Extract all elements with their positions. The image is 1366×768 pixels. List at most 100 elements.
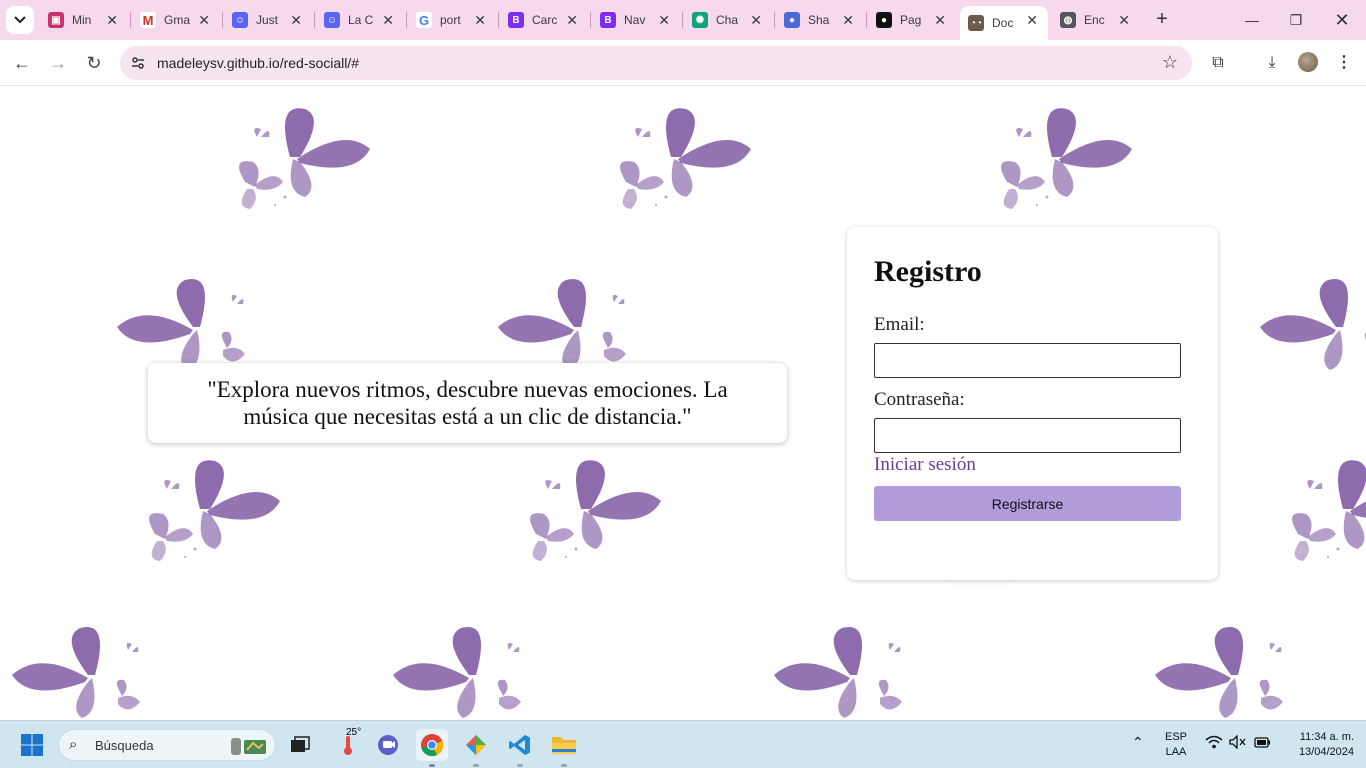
keyboard-layout: LAA [1165, 746, 1187, 758]
browser-tab[interactable]: B Nav ✕ [592, 6, 680, 34]
register-button[interactable]: Registrarse [874, 486, 1181, 521]
tab-title: Gma [164, 13, 191, 27]
tab-title: Pag [900, 13, 922, 27]
butterfly-decoration [205, 97, 385, 217]
reload-button[interactable]: ↻ [80, 49, 108, 77]
password-label: Contraseña: [874, 389, 965, 410]
running-app-indicator [561, 764, 567, 767]
close-tab-icon[interactable]: ✕ [750, 12, 762, 28]
globe-icon: ◍ [1060, 12, 1076, 28]
butterfly-decoration [586, 97, 766, 217]
tab-separator [590, 12, 591, 28]
bookmark-star-icon[interactable]: ☆ [1162, 52, 1178, 73]
restore-button[interactable]: ❐ [1284, 8, 1308, 32]
windows-taskbar: ⌕ Búsqueda 25° ⌃ ESP LAA 11:34 a. m. 13/… [0, 720, 1366, 768]
task-view-icon[interactable] [284, 729, 316, 761]
weather-widget[interactable]: 25° [332, 727, 364, 761]
login-link[interactable]: Iniciar sesión [874, 454, 976, 476]
weather-temperature: 25° [346, 727, 362, 738]
browser-tab[interactable]: ☺ Just ✕ [224, 6, 312, 34]
browser-menu-icon[interactable]: ⋮ [1332, 51, 1356, 75]
tab-title: Cha [716, 13, 739, 27]
quote-card: "Explora nuevos ritmos, descubre nuevas … [148, 363, 787, 443]
chrome-app-icon[interactable] [416, 729, 448, 761]
close-tab-icon[interactable]: ✕ [474, 12, 486, 28]
butterfly-decoration [381, 620, 561, 720]
browser-tab[interactable]: ● Pag ✕ [868, 6, 956, 34]
taskbar-search[interactable]: ⌕ Búsqueda [58, 729, 276, 761]
close-window-button[interactable]: ✕ [1330, 8, 1354, 32]
profile-avatar[interactable] [1298, 52, 1318, 72]
windows-start-icon[interactable] [20, 733, 44, 757]
forward-button[interactable]: → [44, 49, 72, 77]
browser-tab[interactable]: ☺ La C ✕ [316, 6, 404, 34]
search-icon: ⌕ [69, 736, 78, 753]
tab-title: Carc [532, 13, 558, 27]
password-field[interactable] [874, 418, 1181, 453]
download-icon[interactable]: ⤓ [1260, 51, 1284, 75]
wifi-icon[interactable] [1205, 735, 1223, 752]
vscode-app-icon[interactable] [504, 729, 536, 761]
register-form: Registro Email: Contraseña: Iniciar sesi… [847, 227, 1218, 580]
tab-separator [314, 12, 315, 28]
back-button[interactable]: ← [8, 49, 36, 77]
form-title: Registro [874, 255, 982, 288]
tab-title: port [440, 13, 461, 27]
volume-muted-icon[interactable] [1229, 734, 1247, 754]
browser-tab[interactable]: ✺ Cha ✕ [684, 6, 772, 34]
tab-separator [774, 12, 775, 28]
tab-separator [406, 12, 407, 28]
bootstrap-icon: B [508, 12, 524, 28]
browser-toolbar: ← → ↻ madeleysv.github.io/red-sociall/# … [0, 40, 1366, 86]
close-tab-icon[interactable]: ✕ [1118, 12, 1130, 28]
discord-icon: ☺ [324, 12, 340, 28]
browser-tab[interactable]: M Gma ✕ [132, 6, 220, 34]
close-tab-icon[interactable]: ✕ [1026, 12, 1038, 28]
minimize-button[interactable]: — [1240, 8, 1264, 32]
clock-date: 13/04/2024 [1298, 746, 1354, 758]
close-tab-icon[interactable]: ✕ [934, 12, 946, 28]
search-highlight-icon [231, 738, 266, 755]
teams-chat-icon[interactable] [372, 729, 404, 761]
tab-separator [222, 12, 223, 28]
tray-chevron-up-icon[interactable]: ⌃ [1132, 735, 1144, 750]
extensions-icon[interactable]: ⧉ [1206, 51, 1230, 75]
close-tab-icon[interactable]: ✕ [106, 12, 118, 28]
battery-icon[interactable] [1253, 735, 1271, 754]
browser-tab[interactable]: ● Sha ✕ [776, 6, 864, 34]
butterfly-decoration [1258, 449, 1366, 569]
active-app-indicator [429, 764, 435, 767]
clock[interactable]: 11:34 a. m. 13/04/2024 [1282, 730, 1354, 760]
file-explorer-icon[interactable] [548, 729, 580, 761]
close-tab-icon[interactable]: ✕ [658, 12, 670, 28]
tab-title: La C [348, 13, 374, 27]
search-placeholder: Búsqueda [95, 738, 154, 753]
site-settings-icon[interactable] [130, 55, 146, 71]
tab-search-button[interactable] [6, 6, 34, 34]
email-label: Email: [874, 314, 925, 335]
clock-time: 11:34 a. m. [1299, 731, 1354, 743]
tab-strip: ▣ Min ✕ M Gma ✕ ☺ Just ✕ ☺ La C ✕ Gport ✕ B Carc ✕ B Nav ✕ ✺… [0, 0, 1366, 40]
close-tab-icon[interactable]: ✕ [198, 12, 210, 28]
browser-tab[interactable]: ▣ Min ✕ [40, 6, 128, 34]
new-tab-button[interactable]: + [1150, 8, 1174, 32]
address-bar[interactable]: madeleysv.github.io/red-sociall/# ☆ [120, 46, 1192, 80]
butterfly-decoration [1348, 97, 1366, 217]
browser-tab[interactable]: Gport ✕ [408, 6, 496, 34]
browser-tab[interactable]: ◔◔ Doc ✕ [960, 6, 1048, 40]
close-tab-icon[interactable]: ✕ [290, 12, 302, 28]
tab-title: Doc [992, 16, 1014, 30]
tab-separator [682, 12, 683, 28]
input-language[interactable]: ESP LAA [1160, 730, 1192, 760]
git-app-icon[interactable] [460, 729, 492, 761]
bootstrap-icon: B [600, 12, 616, 28]
language-code: ESP [1164, 731, 1187, 743]
google-icon: G [416, 12, 432, 28]
email-field[interactable] [874, 343, 1181, 378]
browser-tab[interactable]: B Carc ✕ [500, 6, 588, 34]
close-tab-icon[interactable]: ✕ [842, 12, 854, 28]
close-tab-icon[interactable]: ✕ [566, 12, 578, 28]
close-tab-icon[interactable]: ✕ [382, 12, 394, 28]
browser-tab[interactable]: ◍ Enc ✕ [1052, 6, 1140, 34]
quote-text: "Explora nuevos ritmos, descubre nuevas … [207, 377, 728, 429]
